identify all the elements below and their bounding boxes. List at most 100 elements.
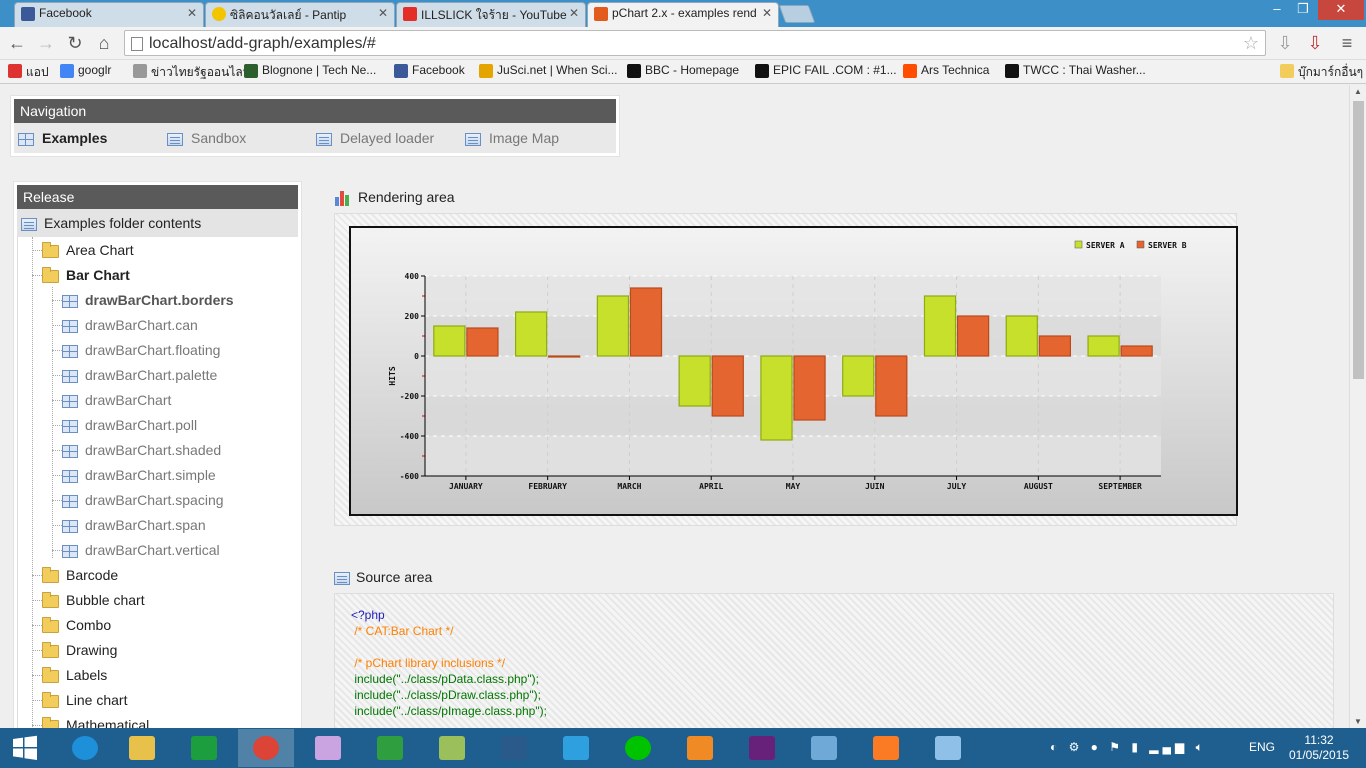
forward-button[interactable]: → [35,32,57,54]
folder-item[interactable]: Area Chart [42,239,134,261]
taskbar-app[interactable] [734,729,790,767]
script-item[interactable]: drawBarChart.can [62,314,198,336]
maximize-button[interactable]: ❐ [1290,0,1316,20]
bar-server-a [433,325,466,357]
taskbar-app[interactable] [57,729,113,767]
script-item[interactable]: drawBarChart.palette [62,364,217,386]
clock[interactable]: 11:32 01/05/2015 [1286,733,1352,763]
script-item[interactable]: drawBarChart.simple [62,464,216,486]
taskbar-app[interactable] [114,729,170,767]
folder-item[interactable]: Combo [42,614,111,636]
bookmark-label: JuSci.net | When Sci... [497,63,618,77]
clock-date: 01/05/2015 [1288,748,1350,762]
bookmark-item[interactable]: Facebook [394,63,465,78]
minimize-button[interactable]: ‒ [1264,0,1290,20]
close-window-button[interactable]: ✕ [1318,0,1364,20]
tab-youtube[interactable]: ILLSLICK ใจร้าย - YouTube ✕ [396,2,586,27]
bookmark-item[interactable]: ข่าวไทยรัฐออนไลน์ [133,63,251,82]
paint-icon [315,736,341,760]
taskbar-app[interactable] [796,729,852,767]
download-icon[interactable]: ⇩ [1274,32,1296,54]
bookmark-label: Ars Technica [921,63,990,77]
script-item[interactable]: drawBarChart.poll [62,414,197,436]
script-item[interactable]: drawBarChart.shaded [62,439,221,461]
close-tab-icon[interactable]: ✕ [762,6,772,20]
folder-label: Line chart [66,692,128,708]
taskbar-app[interactable] [424,729,480,767]
bar-server-a [678,355,711,407]
bookmark-item[interactable]: JuSci.net | When Sci... [479,63,618,78]
folder-icon [42,666,59,683]
reload-button[interactable]: ↻ [64,32,86,54]
script-item[interactable]: drawBarChart.borders [62,289,234,311]
menu-icon[interactable]: ≡ [1336,32,1358,54]
scroll-down-icon[interactable]: ▼ [1354,717,1362,726]
scrollbar-thumb[interactable] [1353,101,1364,379]
bookmark-item[interactable]: EPIC FAIL .COM : #1... [755,63,897,78]
folder-item[interactable]: Line chart [42,689,127,711]
scroll-up-icon[interactable]: ▲ [1354,87,1362,96]
script-item[interactable]: drawBarChart.vertical [62,539,220,561]
star-icon[interactable]: ☆ [1243,33,1259,54]
folder-item[interactable]: Mathematical [42,714,149,728]
new-tab-button[interactable] [778,5,816,23]
nav-sandbox[interactable]: Sandbox [167,123,246,153]
youtube-icon [403,7,417,21]
extension-icon[interactable]: ⇩ [1304,32,1326,54]
close-tab-icon[interactable]: ✕ [569,6,579,20]
script-item[interactable]: drawBarChart.span [62,514,206,536]
bookmark-item[interactable]: แอป [8,63,49,82]
folder-item[interactable]: Bubble chart [42,589,145,611]
bookmark-item[interactable]: BBC - Homepage [627,63,739,78]
tab-pantip[interactable]: ซิลิคอนวัลเลย์ - Pantip ✕ [205,2,395,27]
taskbar-app[interactable] [238,729,294,767]
folder-item[interactable]: Labels [42,664,107,686]
bookmark-item[interactable]: Blognone | Tech Ne... [244,63,376,78]
folder-icon [42,266,59,283]
taskbar-app[interactable] [548,729,604,767]
taskbar-app[interactable] [610,729,666,767]
folder-item[interactable]: Drawing [42,639,117,661]
language-indicator[interactable]: ENG [1249,740,1275,754]
script-item[interactable]: drawBarChart.floating [62,339,220,361]
folder-item-open[interactable]: Bar Chart [42,264,130,286]
bookmark-item[interactable]: TWCC : Thai Washer... [1005,63,1146,78]
script-item[interactable]: drawBarChart [62,389,171,411]
taskbar-app[interactable] [176,729,232,767]
tab-pchart[interactable]: pChart 2.x - examples rend ✕ [587,2,779,27]
close-tab-icon[interactable]: ✕ [378,6,388,20]
folder-label: Combo [66,617,112,633]
file-tree: Area Chart Bar Chart drawBarChart.borders d… [17,237,298,728]
close-tab-icon[interactable]: ✕ [187,6,197,20]
back-button[interactable]: ← [6,32,28,54]
script-label: drawBarChart.floating [85,342,221,358]
taskbar-app[interactable] [362,729,418,767]
address-bar[interactable]: localhost/add-graph/examples/# ☆ [124,30,1266,56]
taskbar-app[interactable] [672,729,728,767]
taskbar-app[interactable] [920,729,976,767]
taskbar-app[interactable] [858,729,914,767]
script-item[interactable]: drawBarChart.spacing [62,489,224,511]
tab-facebook[interactable]: Facebook ✕ [14,2,204,27]
bookmark-item[interactable]: Ars Technica [903,63,990,78]
taskbar-app[interactable] [300,729,356,767]
script-label: drawBarChart.spacing [85,492,224,508]
grid-icon [62,469,78,483]
taskbar-app[interactable] [486,729,542,767]
bookmark-item[interactable]: googlr [60,63,111,78]
tray-icons[interactable]: ◐ ⚙ ● ⚑ ▮ ▂▄▆ 🔈︎ [1050,740,1207,755]
other-bookmarks[interactable]: บุ๊กมาร์กอื่นๆ [1280,63,1363,82]
start-button[interactable] [0,729,50,767]
grid-icon [62,394,78,408]
folder-icon [42,566,59,583]
tab-title: ILLSLICK ใจร้าย - YouTube [421,8,567,22]
nav-examples[interactable]: Examples [18,123,107,153]
tree-guide [52,287,53,558]
folder-item[interactable]: Barcode [42,564,118,586]
nav-delayed-loader[interactable]: Delayed loader [316,123,434,153]
home-button[interactable]: ⌂ [93,32,115,54]
nav-image-map[interactable]: Image Map [465,123,559,153]
vertical-scrollbar[interactable]: ▲ ▼ [1349,85,1366,728]
bar-server-b [548,355,581,358]
tree-branch [52,375,62,376]
